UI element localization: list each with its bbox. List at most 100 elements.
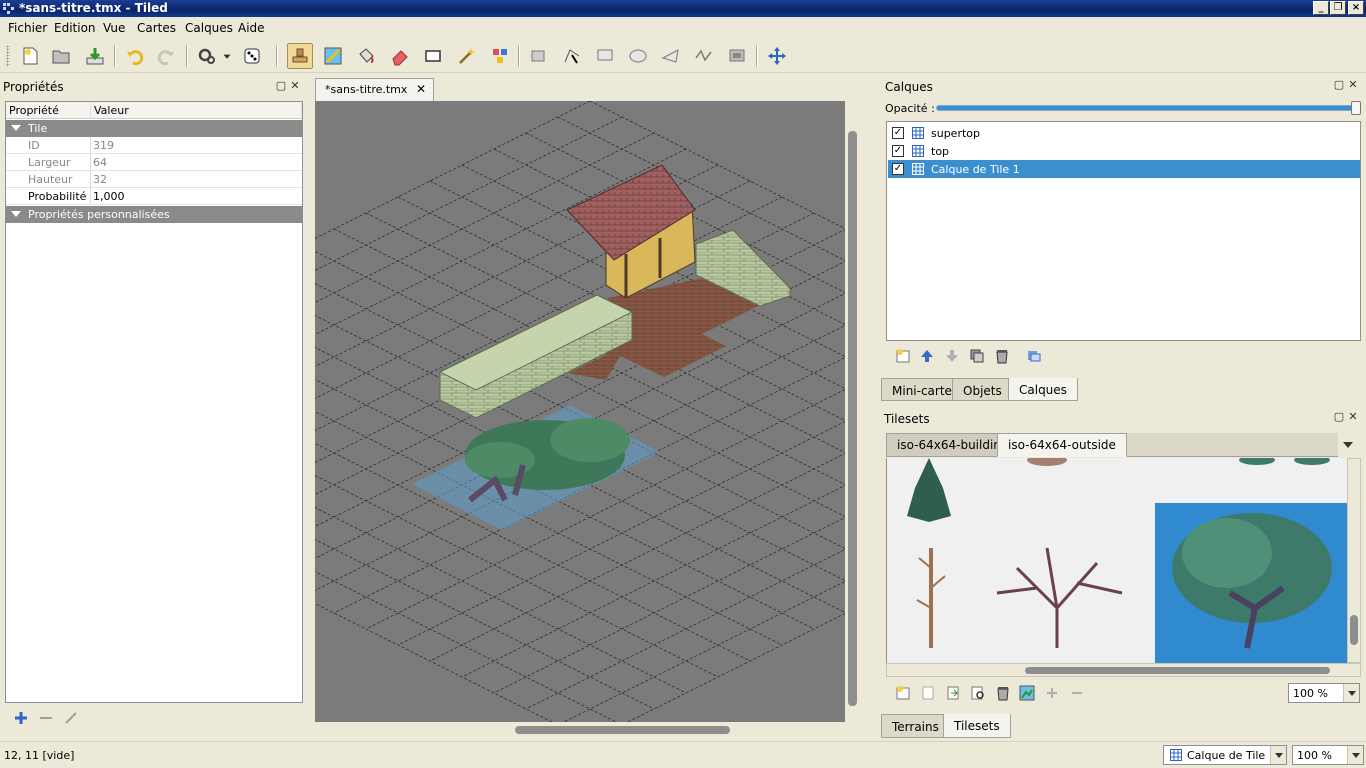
close-icon[interactable]: ✕ [1346,78,1360,91]
scroll-thumb[interactable] [1025,667,1330,674]
insert-tile-tool[interactable] [724,43,750,69]
polygon-icon [661,49,679,63]
raise-layer-icon[interactable] [919,348,935,364]
section-custom-properties[interactable]: Propriétés personnalisées [6,206,302,223]
rectangle-icon [597,49,613,61]
tileset-zoom-select[interactable]: 100 % [1288,683,1360,703]
commands-button[interactable] [194,43,220,69]
magic-wand-tool[interactable] [453,43,479,69]
undo-button[interactable] [122,43,148,69]
close-icon[interactable]: ✕ [288,79,302,92]
tab-objets[interactable]: Objets [952,378,1013,401]
duplicate-layer-icon[interactable] [969,348,985,364]
menu-edition[interactable]: Edition [54,21,96,35]
close-icon[interactable]: ✕ [1346,410,1360,423]
random-mode-button[interactable] [239,43,265,69]
tab-terrains[interactable]: Terrains [881,714,950,738]
map-horizontal-scrollbar[interactable] [315,722,861,738]
move-tool[interactable] [764,43,790,69]
menu-cartes[interactable]: Cartes [137,21,176,35]
close-window-button[interactable]: × [1348,1,1364,15]
menu-calques[interactable]: Calques [185,21,233,35]
layers-panel-title: Calques [885,80,933,94]
map-canvas[interactable] [315,101,861,722]
add-property-icon[interactable] [13,710,29,726]
menu-aide[interactable]: Aide [238,21,265,35]
new-map-button[interactable] [17,43,43,69]
isometric-map[interactable] [315,101,861,722]
layer-row-top[interactable]: ✓ top [888,142,1360,160]
layer-row-supertop[interactable]: ✓ supertop [888,124,1360,142]
terrain-brush-tool[interactable] [320,43,346,69]
tileset-view[interactable] [886,458,1347,663]
rectangle-select-tool[interactable] [420,43,446,69]
tileset-vertical-scrollbar[interactable] [1347,458,1361,663]
remove-tiles-icon[interactable] [1069,685,1085,701]
scroll-thumb[interactable] [1350,615,1358,645]
map-zoom-select[interactable]: 100 % [1292,745,1364,765]
new-layer-icon[interactable] [895,348,911,364]
column-header-property[interactable]: Propriété [6,102,91,119]
layer-visibility-checkbox[interactable]: ✓ [892,127,904,139]
float-icon[interactable]: ▢ [1332,78,1346,91]
current-layer-select[interactable]: Calque de Tile 1 [1163,745,1287,765]
probability-value[interactable]: 1,000 [93,190,125,203]
insert-polyline-tool[interactable] [691,43,717,69]
export-tileset-icon[interactable] [945,685,961,701]
tab-iso-64x64-outside[interactable]: iso-64x64-outside [997,433,1127,457]
new-tileset-icon[interactable] [895,685,911,701]
minimize-button[interactable]: _ [1313,1,1329,15]
restore-button[interactable]: ❐ [1330,1,1346,15]
add-tiles-icon[interactable] [1044,685,1060,701]
insert-ellipse-tool[interactable] [625,43,651,69]
map-vertical-scrollbar[interactable] [845,101,861,722]
tileset-properties-icon[interactable] [970,685,986,701]
rename-property-icon[interactable] [63,710,79,726]
tab-mini-carte[interactable]: Mini-carte [881,378,963,401]
insert-polygon-tool[interactable] [658,43,684,69]
lower-layer-icon[interactable] [944,348,960,364]
commands-dropdown[interactable] [220,43,234,69]
delete-layer-icon[interactable] [994,348,1010,364]
document-tab-label: *sans-titre.tmx [325,83,408,96]
layer-properties-icon[interactable] [1026,348,1042,364]
remove-tileset-icon[interactable] [995,685,1011,701]
tab-calques[interactable]: Calques [1008,378,1078,401]
bucket-fill-tool[interactable] [353,43,379,69]
import-tileset-icon[interactable] [920,685,936,701]
layer-visibility-checkbox[interactable]: ✓ [892,145,904,157]
tileset-horizontal-scrollbar[interactable] [886,663,1361,677]
table-row[interactable]: Probabilité 1,000 [6,188,302,205]
edit-terrain-icon[interactable] [1019,685,1035,701]
eraser-tool[interactable] [387,43,413,69]
select-objects-tool[interactable] [526,43,552,69]
redo-icon [157,50,174,66]
toolbar-separator [276,45,278,67]
section-tile[interactable]: Tile [6,120,302,137]
column-header-value[interactable]: Valeur [91,102,302,119]
edit-polygons-tool[interactable] [559,43,585,69]
document-tab[interactable]: *sans-titre.tmx ✕ [315,78,434,101]
opacity-slider[interactable] [936,101,1361,115]
tileset-menu-chevron-icon[interactable] [1342,440,1354,450]
redo-button[interactable] [153,43,179,69]
open-button[interactable] [48,43,74,69]
layer-visibility-checkbox[interactable]: ✓ [892,163,904,175]
select-same-tile-tool[interactable] [487,43,513,69]
opacity-slider-handle[interactable] [1351,101,1361,115]
save-button[interactable] [82,43,108,69]
scroll-thumb[interactable] [515,726,730,734]
remove-property-icon[interactable] [38,710,54,726]
menu-vue[interactable]: Vue [103,21,125,35]
stamp-brush-tool[interactable] [287,43,313,69]
scroll-thumb[interactable] [848,131,857,706]
tab-tilesets[interactable]: Tilesets [943,714,1011,738]
insert-rectangle-tool[interactable] [592,43,618,69]
toolbar-grip[interactable] [6,45,10,67]
float-icon[interactable]: ▢ [274,79,288,92]
menu-fichier[interactable]: Fichier [8,21,47,35]
close-tab-icon[interactable]: ✕ [416,82,426,96]
layer-row-calque-de-tile-1[interactable]: ✓ Calque de Tile 1 [888,160,1360,178]
float-icon[interactable]: ▢ [1332,410,1346,423]
tileset-tiles[interactable] [887,458,1347,663]
